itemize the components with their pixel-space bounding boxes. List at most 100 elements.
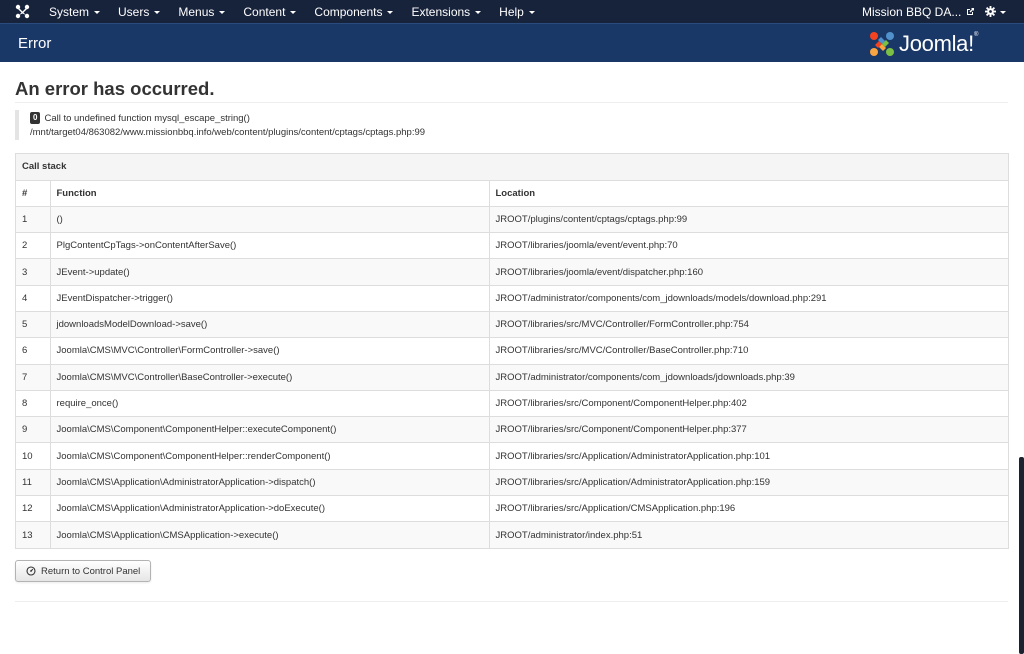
cell-num: 13 [16, 521, 51, 549]
table-row: 8 require_once() JROOT/libraries/src/Compo… [16, 389, 1008, 417]
cell-function: JEvent->update() [50, 258, 490, 286]
menu-label: Content [243, 4, 286, 19]
page-title: Error [18, 35, 52, 52]
cell-location: JROOT/libraries/src/Component/ComponentH… [489, 389, 1008, 417]
menu-components[interactable]: Components [305, 0, 402, 23]
joomla-icon[interactable] [14, 3, 31, 20]
menu-help[interactable]: Help [490, 0, 544, 23]
error-message: 0 Call to undefined function mysql_escap… [15, 110, 515, 140]
cell-function: PlgContentCpTags->onContentAfterSave() [50, 232, 490, 259]
cell-num: 3 [16, 258, 51, 286]
cell-location: JROOT/libraries/src/Application/CMSAppli… [489, 495, 1008, 522]
menu-menus[interactable]: Menus [169, 0, 234, 23]
table-row: 10 Joomla\CMS\Component\ComponentHelper::… [16, 442, 1008, 470]
cell-location: JROOT/plugins/content/cptags/cptags.php:… [489, 205, 1008, 233]
table-row: 9 Joomla\CMS\Component\ComponentHelper::e… [16, 416, 1008, 443]
caret-down-icon [94, 10, 101, 14]
cell-function: jdownloadsModelDownload->save() [50, 310, 490, 338]
menu-users[interactable]: Users [109, 0, 169, 23]
cell-function: Joomla\CMS\MVC\Controller\BaseController… [50, 363, 490, 391]
joomla-brand-logo: Joomla! ® [868, 28, 1008, 59]
error-code-badge: 0 [30, 112, 41, 124]
cell-function: () [50, 205, 490, 233]
cell-function: Joomla\CMS\Application\AdministratorAppl… [50, 468, 490, 496]
table-row: 6 Joomla\CMS\MVC\Controller\FormControlle… [16, 337, 1008, 365]
caret-down-icon [1000, 10, 1006, 14]
menu-label: Users [118, 4, 150, 19]
cell-num: 6 [16, 337, 51, 365]
footer-divider [15, 601, 1008, 602]
table-row: 11 Joomla\CMS\Application\AdministratorAp… [16, 468, 1008, 496]
menu-label: System [49, 4, 90, 19]
brand-registered: ® [973, 32, 979, 38]
heading-divider [15, 102, 1008, 103]
menu-extensions[interactable]: Extensions [402, 0, 490, 23]
cell-function: Joomla\CMS\Component\ComponentHelper::re… [50, 442, 490, 470]
table-row: 1() JROOT/plugins/content/cptags/cptags.p… [16, 205, 1008, 233]
cell-function: Joomla\CMS\Application\AdministratorAppl… [50, 495, 490, 522]
table-row: 4 JEventDispatcher->trigger() JROOT/admini… [16, 284, 1008, 312]
menu-label: Help [499, 4, 524, 19]
top-navbar: System Users Menus Content Components Ex… [0, 0, 1024, 23]
table-row: 2 PlgContentCpTags->onContentAfterSave() J… [16, 232, 1008, 259]
cell-location: JROOT/libraries/src/Application/Administ… [489, 442, 1008, 470]
table-row: 12 Joomla\CMS\Application\AdministratorAp… [16, 495, 1008, 522]
error-path: /mnt/target04/863082/www.missionbbq.info… [30, 127, 426, 138]
cell-num: 10 [16, 442, 51, 470]
site-link[interactable]: Mission BBQ DA... [862, 0, 975, 23]
cell-function: Joomla\CMS\Application\CMSApplication->e… [50, 521, 490, 549]
caret-down-icon [154, 10, 161, 14]
cell-num: 8 [16, 389, 51, 417]
return-to-control-panel-button[interactable]: Return to Control Panel [15, 560, 151, 582]
menu-content[interactable]: Content [234, 0, 305, 23]
column-header-function: Function [50, 179, 490, 207]
cell-location: JROOT/administrator/components/com_jdown… [489, 284, 1008, 312]
gear-icon [985, 6, 996, 17]
page-scrollbar[interactable] [1019, 457, 1024, 654]
table-row: 3 JEvent->update() JROOT/libraries/joomla/… [16, 258, 1008, 286]
return-button-label: Return to Control Panel [41, 565, 141, 577]
cell-num: 1 [16, 205, 51, 233]
caret-down-icon [528, 10, 535, 14]
table-row: 7 Joomla\CMS\MVC\Controller\BaseControlle… [16, 363, 1008, 391]
cell-function: Joomla\CMS\Component\ComponentHelper::ex… [50, 416, 490, 443]
cell-num: 4 [16, 284, 51, 312]
menu-label: Components [314, 4, 383, 19]
main-menu: System Users Menus Content Components Ex… [40, 0, 544, 23]
cell-num: 2 [16, 232, 51, 259]
cell-num: 7 [16, 363, 51, 391]
caret-down-icon [475, 10, 482, 14]
cell-function: Joomla\CMS\MVC\Controller\FormController… [50, 337, 490, 365]
caret-down-icon [219, 10, 226, 14]
error-text: Call to undefined function mysql_escape_… [44, 112, 250, 124]
cell-location: JROOT/libraries/src/MVC/Controller/BaseC… [489, 337, 1008, 365]
cell-num: 11 [16, 468, 51, 496]
cell-num: 9 [16, 416, 51, 443]
page-header: Error Joomla! ® [0, 23, 1024, 62]
cell-location: JROOT/libraries/src/MVC/Controller/FormC… [489, 310, 1008, 338]
cell-function: require_once() [50, 389, 490, 417]
call-stack-table: Call stack # Function Location 1() JROOT/… [15, 153, 1009, 550]
menu-system[interactable]: System [40, 0, 109, 23]
site-name: Mission BBQ DA... [862, 4, 962, 19]
menu-label: Menus [178, 4, 215, 19]
table-row: 5 jdownloadsModelDownload->save() JROOT/li… [16, 310, 1008, 338]
cell-function: JEventDispatcher->trigger() [50, 284, 490, 312]
cell-location: JROOT/administrator/components/com_jdown… [489, 363, 1008, 391]
cell-num: 5 [16, 310, 51, 338]
column-header-location: Location [489, 179, 1008, 207]
error-message-line: 0 Call to undefined function mysql_escap… [30, 112, 250, 124]
cell-location: JROOT/libraries/src/Component/ComponentH… [489, 416, 1008, 443]
cell-location: JROOT/libraries/src/Application/Administ… [489, 468, 1008, 496]
dashboard-icon [26, 566, 36, 576]
call-stack-caption: Call stack [16, 154, 1008, 180]
menu-label: Extensions [411, 4, 471, 19]
table-row: 13 Joomla\CMS\Application\CMSApplication-… [16, 521, 1008, 549]
brand-text: Joomla! [899, 30, 974, 56]
joomla-logo-icon [870, 31, 894, 56]
external-link-icon [967, 8, 975, 15]
caret-down-icon [290, 10, 297, 14]
settings-menu[interactable] [985, 0, 1006, 23]
caret-down-icon [387, 10, 394, 14]
column-header-num: # [16, 179, 51, 207]
